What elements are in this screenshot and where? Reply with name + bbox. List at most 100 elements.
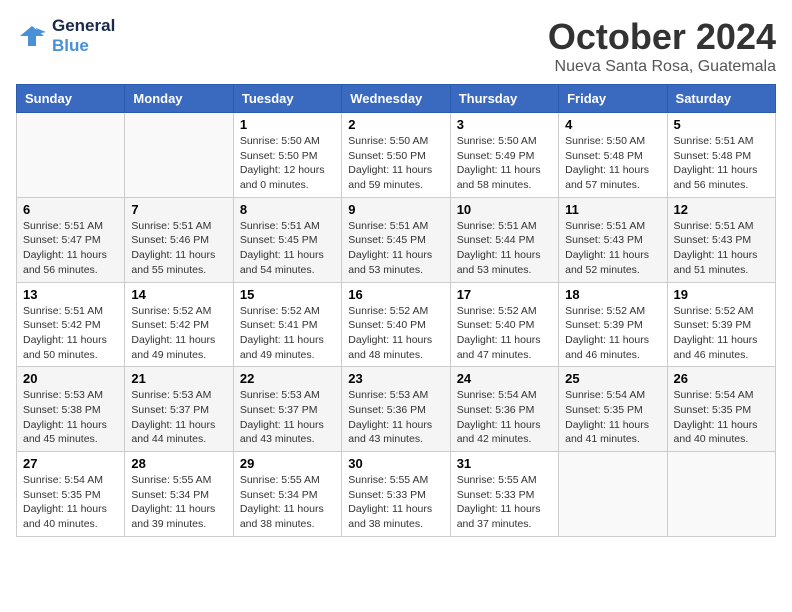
- week-row-5: 27 Sunrise: 5:54 AM Sunset: 5:35 PM Dayli…: [17, 452, 776, 537]
- day-info: Sunrise: 5:51 AM Sunset: 5:44 PM Dayligh…: [457, 219, 552, 278]
- day-info: Sunrise: 5:52 AM Sunset: 5:40 PM Dayligh…: [348, 304, 443, 363]
- calendar-cell: 28 Sunrise: 5:55 AM Sunset: 5:34 PM Dayli…: [125, 452, 233, 537]
- day-info: Sunrise: 5:52 AM Sunset: 5:42 PM Dayligh…: [131, 304, 226, 363]
- day-info: Sunrise: 5:55 AM Sunset: 5:34 PM Dayligh…: [131, 473, 226, 532]
- calendar-cell: 29 Sunrise: 5:55 AM Sunset: 5:34 PM Dayli…: [233, 452, 341, 537]
- day-info: Sunrise: 5:54 AM Sunset: 5:36 PM Dayligh…: [457, 388, 552, 447]
- calendar-cell: 10Sunrise: 5:51 AM Sunset: 5:44 PM Dayli…: [450, 197, 558, 282]
- calendar-cell: 1 Sunrise: 5:50 AM Sunset: 5:50 PM Daylig…: [233, 113, 341, 198]
- day-info: Sunrise: 5:54 AM Sunset: 5:35 PM Dayligh…: [674, 388, 769, 447]
- day-info: Sunrise: 5:51 AM Sunset: 5:43 PM Dayligh…: [674, 219, 769, 278]
- calendar-cell: 6Sunrise: 5:51 AM Sunset: 5:47 PM Daylig…: [17, 197, 125, 282]
- day-info: Sunrise: 5:51 AM Sunset: 5:46 PM Dayligh…: [131, 219, 226, 278]
- month-title: October 2024: [548, 16, 776, 58]
- day-number: 9: [348, 202, 443, 217]
- calendar-cell: 7 Sunrise: 5:51 AM Sunset: 5:46 PM Daylig…: [125, 197, 233, 282]
- day-number: 11: [565, 202, 660, 217]
- day-number: 26: [674, 371, 769, 386]
- page-header: General Blue October 2024 Nueva Santa Ro…: [16, 16, 776, 76]
- day-info: Sunrise: 5:51 AM Sunset: 5:45 PM Dayligh…: [240, 219, 335, 278]
- day-number: 15: [240, 287, 335, 302]
- day-number: 31: [457, 456, 552, 471]
- day-info: Sunrise: 5:51 AM Sunset: 5:45 PM Dayligh…: [348, 219, 443, 278]
- calendar-cell: 15 Sunrise: 5:52 AM Sunset: 5:41 PM Dayli…: [233, 282, 341, 367]
- day-number: 23: [348, 371, 443, 386]
- day-info: Sunrise: 5:53 AM Sunset: 5:36 PM Dayligh…: [348, 388, 443, 447]
- header-saturday: Saturday: [667, 85, 775, 113]
- header-friday: Friday: [559, 85, 667, 113]
- calendar-cell: 24 Sunrise: 5:54 AM Sunset: 5:36 PM Dayli…: [450, 367, 558, 452]
- day-number: 12: [674, 202, 769, 217]
- day-number: 3: [457, 117, 552, 132]
- calendar-cell: 21 Sunrise: 5:53 AM Sunset: 5:37 PM Dayli…: [125, 367, 233, 452]
- calendar-cell: 11 Sunrise: 5:51 AM Sunset: 5:43 PM Dayli…: [559, 197, 667, 282]
- day-number: 30: [348, 456, 443, 471]
- logo: General Blue: [16, 16, 115, 56]
- calendar-cell: 4 Sunrise: 5:50 AM Sunset: 5:48 PM Daylig…: [559, 113, 667, 198]
- calendar-cell: [17, 113, 125, 198]
- calendar-cell: 14 Sunrise: 5:52 AM Sunset: 5:42 PM Dayli…: [125, 282, 233, 367]
- day-info: Sunrise: 5:50 AM Sunset: 5:48 PM Dayligh…: [565, 134, 660, 193]
- header-thursday: Thursday: [450, 85, 558, 113]
- day-number: 7: [131, 202, 226, 217]
- calendar-cell: 13 Sunrise: 5:51 AM Sunset: 5:42 PM Dayli…: [17, 282, 125, 367]
- day-number: 20: [23, 371, 118, 386]
- calendar-cell: 9 Sunrise: 5:51 AM Sunset: 5:45 PM Daylig…: [342, 197, 450, 282]
- day-number: 29: [240, 456, 335, 471]
- calendar-cell: [125, 113, 233, 198]
- day-info: Sunrise: 5:51 AM Sunset: 5:42 PM Dayligh…: [23, 304, 118, 363]
- day-number: 8: [240, 202, 335, 217]
- header-wednesday: Wednesday: [342, 85, 450, 113]
- day-number: 24: [457, 371, 552, 386]
- calendar-cell: 5Sunrise: 5:51 AM Sunset: 5:48 PM Daylig…: [667, 113, 775, 198]
- day-info: Sunrise: 5:50 AM Sunset: 5:50 PM Dayligh…: [348, 134, 443, 193]
- day-info: Sunrise: 5:55 AM Sunset: 5:34 PM Dayligh…: [240, 473, 335, 532]
- calendar-cell: 8 Sunrise: 5:51 AM Sunset: 5:45 PM Daylig…: [233, 197, 341, 282]
- day-number: 19: [674, 287, 769, 302]
- days-header-row: Sunday Monday Tuesday Wednesday Thursday…: [17, 85, 776, 113]
- day-info: Sunrise: 5:55 AM Sunset: 5:33 PM Dayligh…: [348, 473, 443, 532]
- logo-text: General Blue: [52, 16, 115, 56]
- calendar-cell: 26 Sunrise: 5:54 AM Sunset: 5:35 PM Dayli…: [667, 367, 775, 452]
- day-info: Sunrise: 5:50 AM Sunset: 5:50 PM Dayligh…: [240, 134, 335, 193]
- calendar-table: Sunday Monday Tuesday Wednesday Thursday…: [16, 84, 776, 537]
- day-number: 16: [348, 287, 443, 302]
- calendar-cell: 27 Sunrise: 5:54 AM Sunset: 5:35 PM Dayli…: [17, 452, 125, 537]
- title-block: October 2024 Nueva Santa Rosa, Guatemala: [548, 16, 776, 76]
- calendar-cell: 18Sunrise: 5:52 AM Sunset: 5:39 PM Dayli…: [559, 282, 667, 367]
- day-number: 14: [131, 287, 226, 302]
- day-info: Sunrise: 5:51 AM Sunset: 5:43 PM Dayligh…: [565, 219, 660, 278]
- day-info: Sunrise: 5:53 AM Sunset: 5:37 PM Dayligh…: [131, 388, 226, 447]
- calendar-cell: 23 Sunrise: 5:53 AM Sunset: 5:36 PM Dayli…: [342, 367, 450, 452]
- day-number: 27: [23, 456, 118, 471]
- header-monday: Monday: [125, 85, 233, 113]
- day-number: 21: [131, 371, 226, 386]
- day-number: 6: [23, 202, 118, 217]
- header-sunday: Sunday: [17, 85, 125, 113]
- day-info: Sunrise: 5:54 AM Sunset: 5:35 PM Dayligh…: [23, 473, 118, 532]
- calendar-cell: 30 Sunrise: 5:55 AM Sunset: 5:33 PM Dayli…: [342, 452, 450, 537]
- header-tuesday: Tuesday: [233, 85, 341, 113]
- calendar-cell: 16 Sunrise: 5:52 AM Sunset: 5:40 PM Dayli…: [342, 282, 450, 367]
- day-number: 22: [240, 371, 335, 386]
- calendar-cell: 2 Sunrise: 5:50 AM Sunset: 5:50 PM Daylig…: [342, 113, 450, 198]
- day-info: Sunrise: 5:52 AM Sunset: 5:41 PM Dayligh…: [240, 304, 335, 363]
- day-info: Sunrise: 5:55 AM Sunset: 5:33 PM Dayligh…: [457, 473, 552, 532]
- location: Nueva Santa Rosa, Guatemala: [548, 58, 776, 76]
- calendar-cell: [559, 452, 667, 537]
- day-info: Sunrise: 5:52 AM Sunset: 5:39 PM Dayligh…: [674, 304, 769, 363]
- calendar-cell: [667, 452, 775, 537]
- calendar-cell: 12 Sunrise: 5:51 AM Sunset: 5:43 PM Dayli…: [667, 197, 775, 282]
- week-row-2: 6Sunrise: 5:51 AM Sunset: 5:47 PM Daylig…: [17, 197, 776, 282]
- day-number: 28: [131, 456, 226, 471]
- day-info: Sunrise: 5:53 AM Sunset: 5:38 PM Dayligh…: [23, 388, 118, 447]
- day-number: 25: [565, 371, 660, 386]
- day-number: 18: [565, 287, 660, 302]
- calendar-cell: 25Sunrise: 5:54 AM Sunset: 5:35 PM Dayli…: [559, 367, 667, 452]
- day-number: 4: [565, 117, 660, 132]
- calendar-cell: 20 Sunrise: 5:53 AM Sunset: 5:38 PM Dayli…: [17, 367, 125, 452]
- day-number: 1: [240, 117, 335, 132]
- calendar-cell: 19 Sunrise: 5:52 AM Sunset: 5:39 PM Dayli…: [667, 282, 775, 367]
- day-number: 2: [348, 117, 443, 132]
- day-number: 13: [23, 287, 118, 302]
